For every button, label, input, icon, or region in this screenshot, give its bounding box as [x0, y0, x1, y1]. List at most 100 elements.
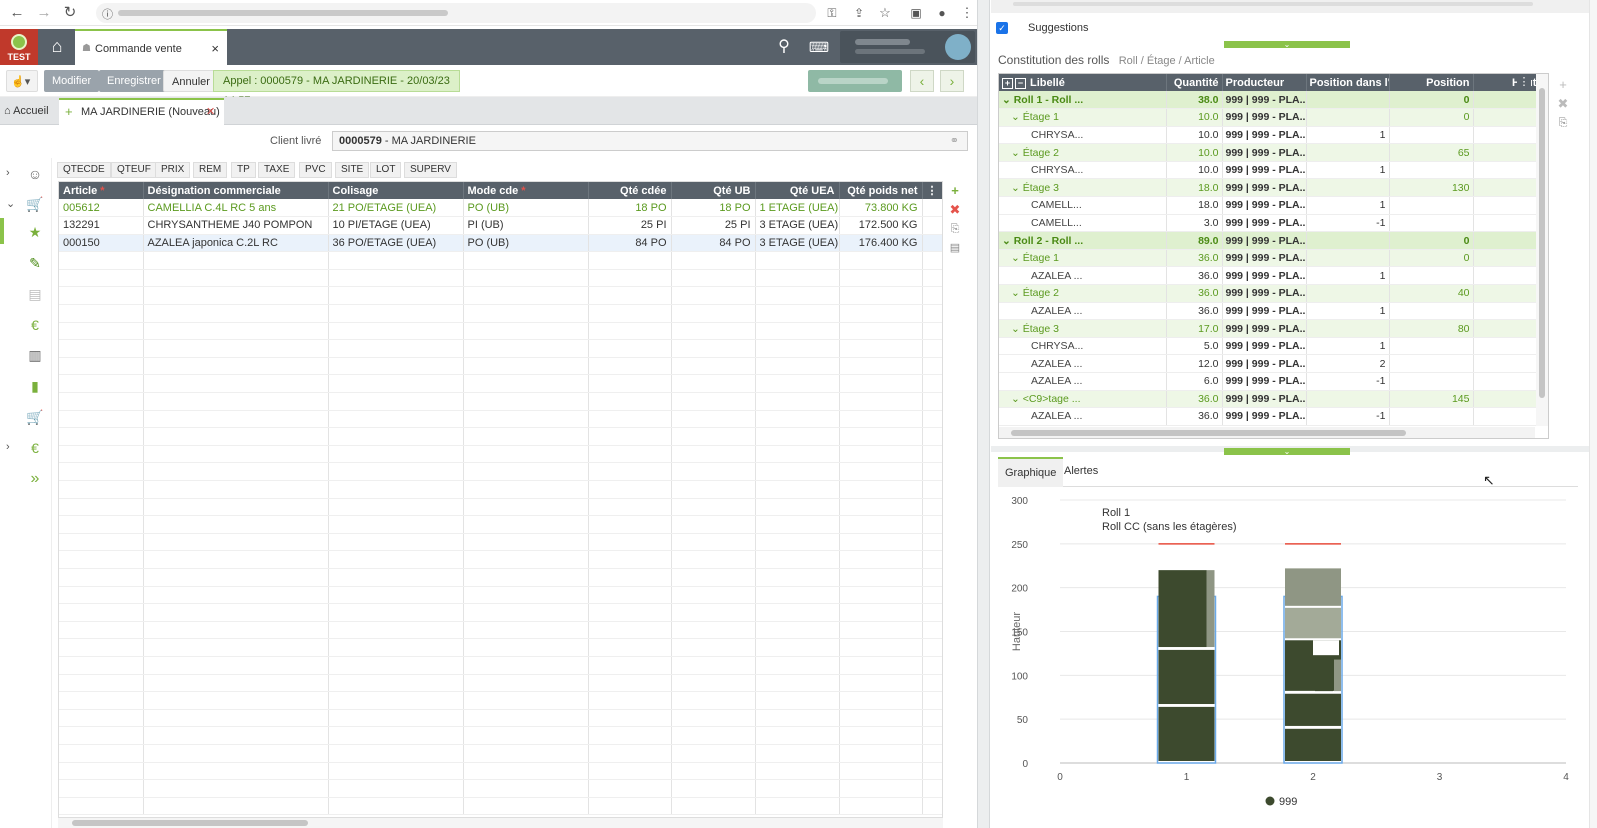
empty-row[interactable]	[59, 568, 942, 587]
user-icon[interactable]: ☺	[24, 163, 46, 185]
table-cell[interactable]	[588, 357, 672, 376]
table-cell[interactable]	[59, 656, 144, 675]
empty-row[interactable]	[59, 339, 942, 358]
table-cell[interactable]	[588, 586, 672, 605]
double-chevron-icon[interactable]: »	[24, 468, 46, 490]
table-cell[interactable]	[59, 621, 144, 640]
cell-pos[interactable]	[1389, 354, 1474, 373]
table-cell[interactable]	[588, 779, 672, 798]
table-cell[interactable]	[328, 691, 464, 710]
table-cell[interactable]	[143, 445, 329, 464]
table-cell[interactable]	[755, 515, 840, 534]
table-cell[interactable]	[463, 445, 589, 464]
table-cell[interactable]	[143, 269, 329, 288]
empty-row[interactable]	[59, 674, 942, 693]
table-cell[interactable]: 25 PI	[588, 216, 672, 235]
table-cell[interactable]	[463, 339, 589, 358]
cell-qte[interactable]: 10.0	[1166, 126, 1223, 145]
cell-prod[interactable]: 999 | 999 - PLA...	[1222, 231, 1307, 250]
empty-row[interactable]	[59, 762, 942, 781]
cell-lib[interactable]: ⌄ Étage 2	[999, 284, 1167, 303]
table-cell[interactable]	[839, 674, 923, 693]
table-cell[interactable]	[839, 427, 923, 446]
cell-pos[interactable]	[1389, 126, 1474, 145]
table-cell[interactable]	[463, 762, 589, 781]
cell-prod[interactable]: 999 | 999 - PLA...	[1222, 178, 1307, 198]
table-cell[interactable]: 10 PI/ETAGE (UEA)	[328, 216, 464, 235]
cell-lib[interactable]: AZALEA ...	[999, 302, 1167, 321]
cell-lib[interactable]: ⌄ <C9>tage ...	[999, 390, 1167, 409]
cursor-menu-button[interactable]: ☝▾	[6, 70, 38, 92]
article-row[interactable]: CHRYSA...10.0999 | 999 - PLA...160	[999, 126, 1548, 145]
table-cell[interactable]: 18 PO	[671, 199, 756, 218]
cell-posdans[interactable]: 1	[1306, 266, 1390, 286]
table-cell[interactable]	[671, 779, 756, 798]
table-cell[interactable]	[755, 269, 840, 288]
table-cell[interactable]	[588, 498, 672, 517]
table-cell[interactable]	[922, 568, 942, 587]
cell-prod[interactable]: 999 | 999 - PLA...	[1222, 407, 1307, 426]
table-cell[interactable]: 172.500 KG	[839, 216, 923, 235]
empty-row[interactable]	[59, 304, 942, 323]
cell-posdans[interactable]	[1306, 319, 1390, 338]
table-cell[interactable]	[755, 762, 840, 781]
empty-row[interactable]	[59, 603, 942, 622]
table-cell[interactable]	[328, 603, 464, 622]
cell-prod[interactable]: 999 | 999 - PLA...	[1222, 284, 1307, 303]
table-cell[interactable]	[839, 744, 923, 763]
expand-caret-icon[interactable]: ⌄	[1002, 235, 1014, 247]
table-cell[interactable]	[463, 374, 589, 394]
table-cell[interactable]	[922, 533, 942, 552]
cell-pos[interactable]: 0	[1389, 91, 1474, 110]
table-cell[interactable]	[588, 374, 672, 394]
table-cell[interactable]	[588, 445, 672, 464]
table-row[interactable]: 000150 AZALEA japonica C.2L RC 36 PO/ETAGE…	[59, 234, 942, 253]
table-cell[interactable]	[755, 797, 840, 816]
empty-row[interactable]	[59, 410, 942, 429]
empty-row[interactable]	[59, 586, 942, 605]
cell-qte[interactable]: 89.0	[1166, 231, 1223, 250]
table-cell[interactable]	[922, 445, 942, 464]
table-cell[interactable]	[671, 762, 756, 781]
table-cell[interactable]	[839, 251, 923, 270]
table-cell[interactable]	[143, 374, 329, 394]
table-cell[interactable]	[328, 709, 464, 728]
table-cell[interactable]	[59, 586, 144, 605]
cell-posdans[interactable]: -1	[1306, 214, 1390, 233]
table-cell[interactable]	[922, 762, 942, 781]
table-cell[interactable]	[922, 462, 942, 481]
table-cell[interactable]	[59, 392, 144, 411]
cell-posdans[interactable]	[1306, 390, 1390, 409]
table-cell[interactable]	[59, 638, 144, 657]
cart-icon[interactable]: 🛒	[24, 193, 46, 215]
empty-row[interactable]	[59, 480, 942, 499]
table-cell[interactable]	[463, 586, 589, 605]
table-cell[interactable]	[59, 691, 144, 710]
table-cell[interactable]	[588, 674, 672, 693]
table-cell[interactable]	[922, 779, 942, 798]
cell-qte[interactable]: 36.0	[1166, 302, 1223, 321]
table-cell[interactable]	[922, 603, 942, 622]
table-cell[interactable]	[143, 286, 329, 306]
cell-lib[interactable]: ⌄ Étage 1	[999, 108, 1167, 127]
table-cell[interactable]	[143, 339, 329, 358]
table-cell[interactable]	[59, 797, 144, 816]
empty-row[interactable]	[59, 445, 942, 464]
table-cell[interactable]	[463, 515, 589, 534]
cell-lib[interactable]: ⌄ Roll 1 - Roll ...	[999, 91, 1167, 110]
blurred-action-button[interactable]	[808, 70, 902, 92]
cell-lib[interactable]: CHRYSA...	[999, 337, 1167, 356]
col-producteur[interactable]: Producteur	[1222, 74, 1307, 91]
table-cell[interactable]	[839, 691, 923, 710]
document-icon[interactable]: ▥	[24, 344, 46, 366]
cell-qte[interactable]: 12.0	[1166, 354, 1223, 373]
cell-lib[interactable]: ⌄ Étage 1	[999, 249, 1167, 268]
prev-button[interactable]: ‹	[910, 70, 934, 92]
table-cell[interactable]	[143, 533, 329, 552]
table-cell[interactable]	[143, 656, 329, 675]
table-cell[interactable]	[755, 656, 840, 675]
table-cell[interactable]	[839, 357, 923, 376]
table-cell[interactable]	[755, 480, 840, 499]
table-cell[interactable]	[922, 286, 942, 306]
table-cell[interactable]	[463, 480, 589, 499]
